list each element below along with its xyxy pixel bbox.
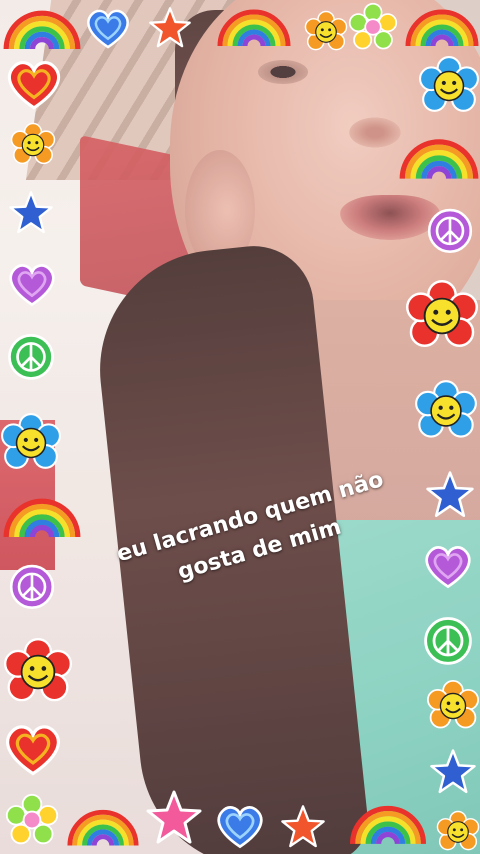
rainbow-sticker-1 <box>2 2 82 54</box>
smiley-flower-sticker-5 <box>304 10 348 54</box>
rainbow-sticker-19 <box>66 802 140 850</box>
star-sticker-34 <box>428 748 478 796</box>
smiley-flower-sticker-16 <box>2 638 74 706</box>
smiley-flower-sticker-28 <box>404 280 480 352</box>
heart-sticker-8 <box>2 54 66 114</box>
heart-sticker-2 <box>82 4 134 52</box>
peace-sign-sticker-12 <box>4 330 58 382</box>
rainbow-sticker-26 <box>398 128 480 186</box>
rainbow-sticker-7 <box>404 2 480 50</box>
heart-sticker-31 <box>420 540 476 592</box>
smiley-flower-sticker-25 <box>418 56 480 116</box>
smiley-flower-sticker-29 <box>414 380 478 442</box>
heart-sticker-11 <box>4 258 60 310</box>
peace-sign-sticker-32 <box>420 612 476 668</box>
heart-sticker-17 <box>0 718 66 780</box>
peace-sign-sticker-27 <box>424 204 476 256</box>
flower-sticker-18 <box>4 792 60 848</box>
peace-sign-sticker-15 <box>6 560 58 612</box>
flower-sticker-6 <box>346 2 400 52</box>
star-sticker-20 <box>144 788 204 848</box>
star-sticker-10 <box>6 190 56 236</box>
smiley-flower-sticker-9 <box>10 122 56 168</box>
rainbow-sticker-23 <box>342 798 434 848</box>
star-sticker-30 <box>424 470 476 520</box>
star-sticker-3 <box>146 6 194 50</box>
rainbow-sticker-4 <box>210 2 298 50</box>
smiley-flower-sticker-33 <box>426 680 480 732</box>
star-sticker-22 <box>278 804 328 850</box>
smiley-flower-sticker-24 <box>436 810 480 854</box>
rainbow-sticker-14 <box>2 490 82 542</box>
smiley-flower-sticker-13 <box>0 412 62 474</box>
heart-sticker-21 <box>212 800 268 852</box>
